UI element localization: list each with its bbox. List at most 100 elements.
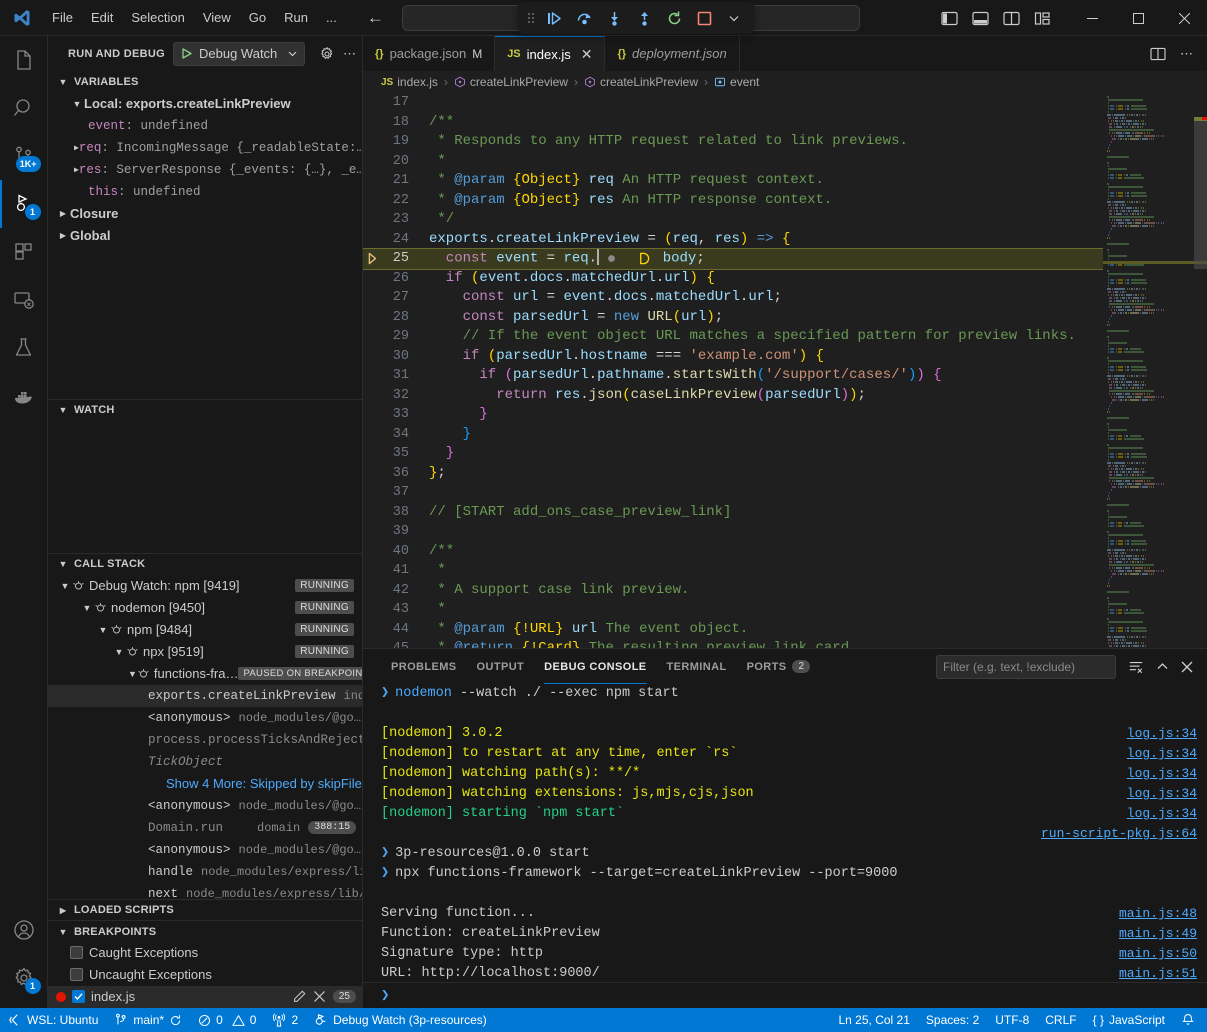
debug-console-input[interactable]: ❯ <box>363 982 1207 1008</box>
remove-breakpoint-icon[interactable] <box>314 991 325 1002</box>
code-line[interactable]: 35 } <box>363 444 1103 464</box>
status-branch[interactable]: main* <box>106 1008 190 1032</box>
debug-step-into-button[interactable] <box>600 5 628 31</box>
console-source-link[interactable]: main.js:48 <box>1119 904 1197 924</box>
tab-ports[interactable]: PORTS 2 <box>737 649 821 684</box>
code-line[interactable]: 40/** <box>363 542 1103 562</box>
code-line[interactable]: 33 } <box>363 405 1103 425</box>
customize-layout-icon[interactable] <box>1034 11 1051 26</box>
tab-problems[interactable]: PROBLEMS <box>381 649 467 684</box>
minimap[interactable] <box>1103 93 1207 648</box>
tab-debug-console[interactable]: DEBUG CONSOLE <box>534 649 656 684</box>
activitybar-run-and-debug[interactable]: 1 <box>0 180 48 228</box>
code-line[interactable]: 36}; <box>363 464 1103 484</box>
debug-more-chevron-icon[interactable] <box>720 5 748 31</box>
variable-row-res[interactable]: ▶ res: ServerResponse {_events: {…}, _e… <box>48 159 362 181</box>
code-line[interactable]: 42 * A support case link preview. <box>363 581 1103 601</box>
code-line[interactable]: 41 * <box>363 561 1103 581</box>
variables-scope-global[interactable]: ▶ Global <box>48 225 362 247</box>
callstack-frame[interactable]: process.processTicksAndRejections <box>48 729 362 751</box>
breadcrumb-symbol-1[interactable]: createLinkPreview <box>454 75 568 89</box>
code-editor[interactable]: 1718/**19 * Responds to any HTTP request… <box>363 93 1207 648</box>
console-source-link[interactable]: log.js:34 <box>1127 804 1197 824</box>
toggle-primary-sidebar-icon[interactable] <box>941 11 958 26</box>
callstack-show-more[interactable]: Show 4 More: Skipped by skipFiles <box>48 773 362 795</box>
status-remote[interactable]: WSL: Ubuntu <box>0 1008 106 1032</box>
status-ports[interactable]: 2 <box>264 1008 306 1032</box>
debug-settings-gear-icon[interactable] <box>319 46 335 62</box>
code-lines[interactable]: 1718/**19 * Responds to any HTTP request… <box>363 93 1103 648</box>
debug-stop-button[interactable] <box>690 5 718 31</box>
console-source-link[interactable]: run-script-pkg.js:64 <box>1041 824 1197 844</box>
watch-tree[interactable] <box>48 420 362 553</box>
checkbox[interactable] <box>72 990 85 1003</box>
callstack-frame[interactable]: next node_modules/express/lib/ro… <box>48 883 362 899</box>
maximize-button[interactable] <box>1115 0 1161 36</box>
variables-scope-local[interactable]: ▼ Local: exports.createLinkPreview <box>48 93 362 115</box>
close-panel-icon[interactable] <box>1181 661 1193 673</box>
tab-output[interactable]: OUTPUT <box>467 649 535 684</box>
breadcrumb-symbol-3[interactable]: event <box>714 75 759 89</box>
breakpoint-index-js[interactable]: index.js 25 <box>48 986 362 1008</box>
callstack-frame[interactable]: <anonymous> node_modules/@go… <box>48 795 362 817</box>
code-line[interactable]: 43 * <box>363 600 1103 620</box>
activitybar-remote-explorer[interactable] <box>0 276 48 324</box>
debug-restart-button[interactable] <box>660 5 688 31</box>
suggest-widget-icon[interactable] <box>616 248 662 268</box>
chevron-down-icon[interactable] <box>287 48 298 59</box>
toggle-secondary-sidebar-icon[interactable] <box>1003 11 1020 26</box>
code-viewport[interactable]: 1718/**19 * Responds to any HTTP request… <box>363 93 1103 648</box>
callstack-frame[interactable]: <anonymous> node_modules/@go… <box>48 707 362 729</box>
code-line[interactable]: 21 * @param {Object} req An HTTP request… <box>363 171 1103 191</box>
code-line[interactable]: 34 } <box>363 425 1103 445</box>
debug-step-out-button[interactable] <box>630 5 658 31</box>
edit-breakpoint-icon[interactable] <box>293 990 306 1003</box>
code-line[interactable]: 20 * <box>363 152 1103 172</box>
clear-console-icon[interactable] <box>1128 659 1144 675</box>
variables-scope-closure[interactable]: ▶ Closure <box>48 203 362 225</box>
close-button[interactable] <box>1161 0 1207 36</box>
variable-row-event[interactable]: event: undefined <box>48 115 362 137</box>
code-line[interactable]: 45 * @return {!Card} The resulting previ… <box>363 639 1103 648</box>
checkbox[interactable] <box>70 968 83 981</box>
console-source-link[interactable]: main.js:51 <box>1119 964 1197 982</box>
activitybar-search[interactable] <box>0 84 48 132</box>
status-indentation[interactable]: Spaces: 2 <box>918 1008 987 1032</box>
split-editor-icon[interactable] <box>1150 47 1166 61</box>
menu-selection[interactable]: Selection <box>123 6 192 29</box>
menu-edit[interactable]: Edit <box>83 6 121 29</box>
breadcrumb-symbol-2[interactable]: createLinkPreview <box>584 75 698 89</box>
activitybar-manage[interactable]: 1 <box>0 954 48 1002</box>
code-line[interactable]: 29 // If the event object URL matches a … <box>363 327 1103 347</box>
close-icon[interactable]: ✕ <box>581 46 593 63</box>
breakpoint-current-icon[interactable] <box>363 252 385 265</box>
section-header-watch[interactable]: ▼ WATCH <box>48 399 362 421</box>
console-source-link[interactable]: log.js:34 <box>1127 784 1197 804</box>
menu-go[interactable]: Go <box>241 6 274 29</box>
status-cursor-position[interactable]: Ln 25, Col 21 <box>831 1008 918 1032</box>
console-source-link[interactable]: log.js:34 <box>1127 744 1197 764</box>
code-line[interactable]: 19 * Responds to any HTTP request relate… <box>363 132 1103 152</box>
activitybar-docker[interactable] <box>0 372 48 420</box>
minimize-button[interactable] <box>1069 0 1115 36</box>
tab-terminal[interactable]: TERMINAL <box>657 649 737 684</box>
arrow-left-icon[interactable]: ← <box>367 9 384 26</box>
code-line[interactable]: 44 * @param {!URL} url The event object. <box>363 620 1103 640</box>
breakpoint-caught-exceptions[interactable]: Caught Exceptions <box>48 942 362 964</box>
status-notifications[interactable] <box>1173 1008 1207 1032</box>
sync-icon[interactable] <box>169 1014 182 1027</box>
variable-row-req[interactable]: ▶ req: IncomingMessage {_readableState:… <box>48 137 362 159</box>
toggle-panel-icon[interactable] <box>972 11 989 26</box>
menu-file[interactable]: File <box>44 6 81 29</box>
variable-row-this[interactable]: this: undefined <box>48 181 362 203</box>
callstack-session[interactable]: ▼ nodemon [9450] RUNNING <box>48 597 362 619</box>
status-problems[interactable]: 0 0 <box>190 1008 264 1032</box>
callstack-frame[interactable]: exports.createLinkPreview ind… <box>48 685 362 707</box>
debug-toolbar[interactable] <box>518 2 754 34</box>
code-line[interactable]: 26 if (event.docs.matchedUrl.url) { <box>363 269 1103 289</box>
maximize-panel-icon[interactable] <box>1156 660 1169 673</box>
console-filter-input[interactable]: Filter (e.g. text, !exclude) <box>936 655 1116 679</box>
console-source-link[interactable]: log.js:34 <box>1127 724 1197 744</box>
section-header-variables[interactable]: ▼ VARIABLES <box>48 71 362 93</box>
debug-configuration-select[interactable]: Debug Watch <box>173 42 305 66</box>
